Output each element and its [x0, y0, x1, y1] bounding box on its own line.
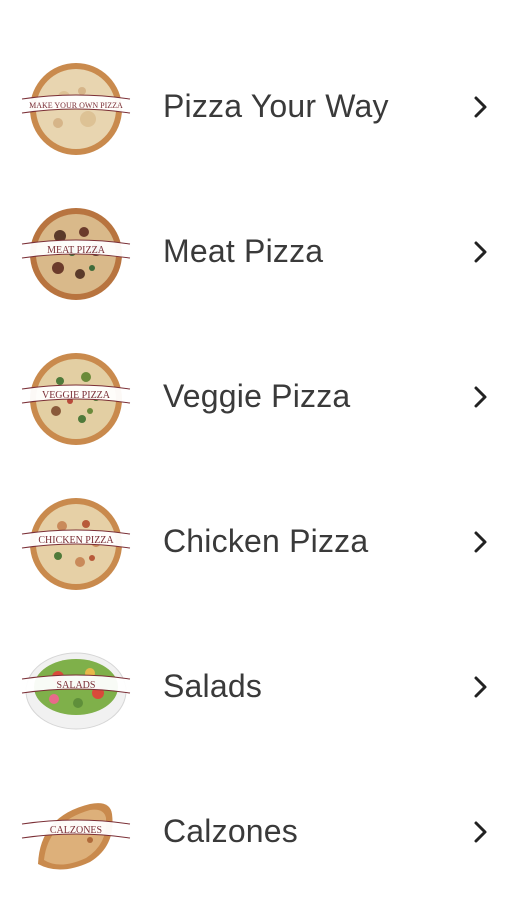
- menu-item-meat-pizza[interactable]: MEAT PIZZA Meat Pizza: [0, 180, 507, 325]
- banner-text: MAKE YOUR OWN PIZZA: [29, 101, 123, 110]
- chevron-right-icon: [472, 240, 490, 264]
- menu-item-label: Chicken Pizza: [163, 523, 369, 559]
- salad-bowl-image: SALADS: [20, 641, 132, 737]
- menu-item-chicken-pizza[interactable]: CHICKEN PIZZA Chicken Pizza: [0, 470, 507, 615]
- calzone-image: CALZONES: [20, 786, 132, 882]
- banner-text: CALZONES: [50, 825, 102, 836]
- menu-item-label: Salads: [163, 668, 263, 704]
- banner-text: SALADS: [57, 680, 96, 691]
- menu-item-veggie-pizza[interactable]: VEGGIE PIZZA Veggie Pizza: [0, 325, 507, 470]
- menu-item-calzones[interactable]: CALZONES Calzones: [0, 760, 507, 905]
- menu-item-label: Meat Pizza: [163, 233, 324, 269]
- pizza-chicken-image: CHICKEN PIZZA: [20, 496, 132, 592]
- pizza-plain-image: MAKE YOUR OWN PIZZA: [20, 61, 132, 157]
- pizza-veggie-image: VEGGIE PIZZA: [20, 351, 132, 447]
- pizza-meat-image: MEAT PIZZA: [20, 206, 132, 302]
- menu-item-label: Calzones: [163, 813, 299, 849]
- chevron-right-icon: [472, 385, 490, 409]
- banner-text: VEGGIE PIZZA: [42, 390, 111, 401]
- banner-text: MEAT PIZZA: [47, 245, 106, 256]
- menu-item-label: Veggie Pizza: [163, 378, 351, 414]
- chevron-right-icon: [472, 95, 490, 119]
- banner-text: CHICKEN PIZZA: [38, 535, 114, 546]
- menu-item-label: Pizza Your Way: [163, 88, 389, 124]
- chevron-right-icon: [472, 820, 490, 844]
- chevron-right-icon: [472, 675, 490, 699]
- chevron-right-icon: [472, 530, 490, 554]
- menu-item-pizza-your-way[interactable]: MAKE YOUR OWN PIZZA Pizza Your Way: [0, 35, 507, 180]
- menu-list: MAKE YOUR OWN PIZZA Pizza Your Way MEAT …: [0, 0, 507, 900]
- menu-item-salads[interactable]: SALADS Salads: [0, 615, 507, 760]
